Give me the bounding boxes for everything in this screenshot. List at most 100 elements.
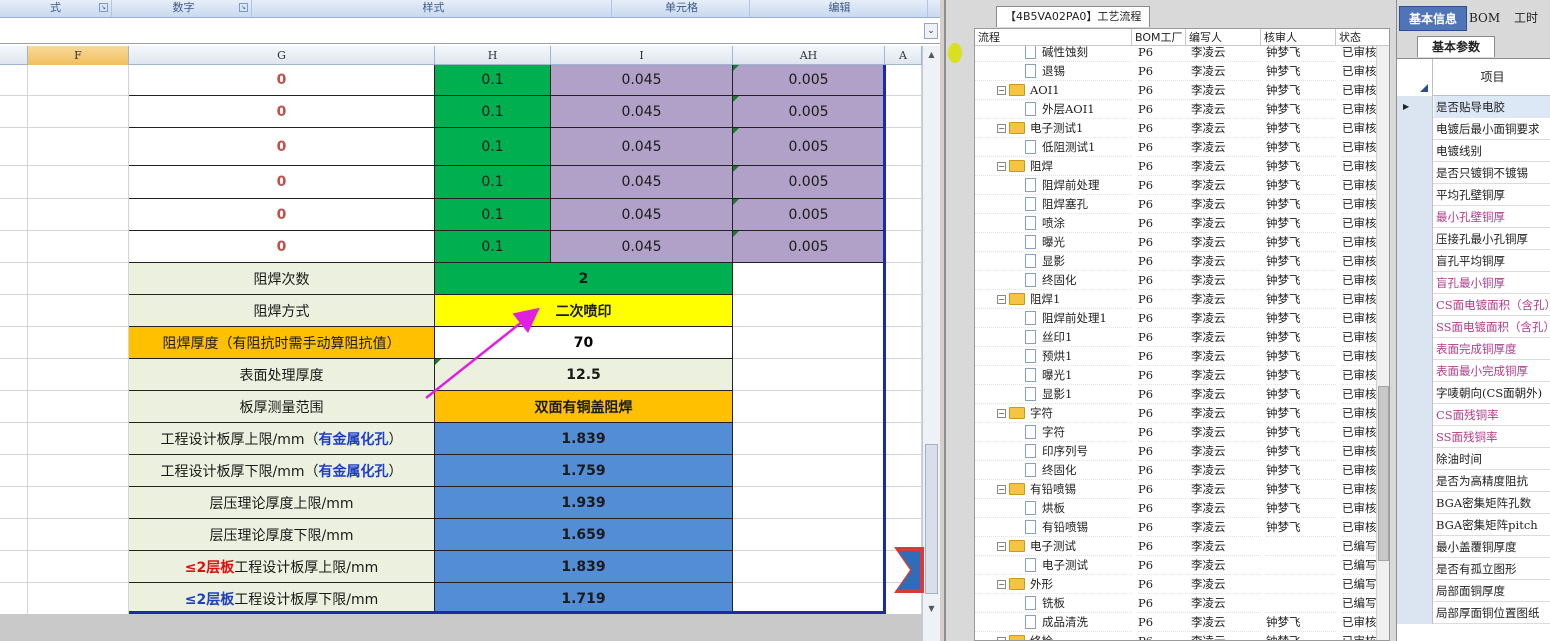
- column-header[interactable]: F: [28, 46, 129, 65]
- cell-blank[interactable]: [28, 519, 129, 551]
- row-header[interactable]: [1397, 272, 1433, 294]
- cell-blank[interactable]: [28, 199, 129, 231]
- sheet-nav-arrow-icon[interactable]: [894, 547, 924, 593]
- column-header[interactable]: [0, 46, 28, 65]
- tree-column-header[interactable]: 核审人: [1261, 29, 1336, 46]
- cell-blank[interactable]: [885, 295, 922, 327]
- tree-item-row[interactable]: 预烘1 P6 李凌云 钟梦飞 已审核: [975, 347, 1376, 366]
- tree-expand-toggle-icon[interactable]: −: [997, 294, 1006, 304]
- tree-folder-row[interactable]: − 电子测试 P6 李凌云 已编写: [975, 537, 1376, 556]
- tree-item-row[interactable]: 退锡 P6 李凌云 钟梦飞 已审核: [975, 62, 1376, 81]
- property-row[interactable]: SS面残铜率: [1397, 426, 1550, 448]
- tree-expand-toggle-icon[interactable]: −: [997, 161, 1006, 171]
- tree-item-row[interactable]: 终固化 P6 李凌云 钟梦飞 已审核: [975, 461, 1376, 480]
- cell-blank[interactable]: [885, 231, 922, 263]
- tree-item-row[interactable]: 印序列号 P6 李凌云 钟梦飞 已审核: [975, 442, 1376, 461]
- cell-value-merged[interactable]: 1.659: [435, 519, 733, 551]
- cell-blank[interactable]: [0, 423, 28, 455]
- row-header[interactable]: [1397, 118, 1433, 140]
- row-header[interactable]: [1397, 184, 1433, 206]
- tree-folder-row[interactable]: − 电子测试1 P6 李凌云 钟梦飞 已审核: [975, 119, 1376, 138]
- cell-value-merged[interactable]: 1.759: [435, 455, 733, 487]
- cell-label[interactable]: 表面处理厚度: [129, 359, 435, 391]
- cell-h[interactable]: 0.1: [435, 128, 551, 166]
- cell-blank[interactable]: [28, 455, 129, 487]
- cell-blank[interactable]: [733, 295, 885, 327]
- row-header[interactable]: [1397, 382, 1433, 404]
- cell-g[interactable]: 0: [129, 231, 435, 263]
- property-row[interactable]: 盲孔平均铜厚: [1397, 250, 1550, 272]
- cell-label[interactable]: 层压理论厚度上限/mm: [129, 487, 435, 519]
- cell-blank[interactable]: [733, 551, 885, 583]
- cell-blank[interactable]: [733, 327, 885, 359]
- row-header[interactable]: [1397, 492, 1433, 514]
- cell-ah[interactable]: 0.005: [733, 128, 885, 166]
- property-row[interactable]: BGA密集矩阵pitch: [1397, 514, 1550, 536]
- tree-expand-toggle-icon[interactable]: −: [997, 636, 1006, 640]
- cell-blank[interactable]: [28, 263, 129, 295]
- cell-blank[interactable]: [0, 199, 28, 231]
- cell-h[interactable]: 0.1: [435, 231, 551, 263]
- property-row[interactable]: CS面电镀面积（含孔）: [1397, 294, 1550, 316]
- tree-folder-row[interactable]: − 有铅喷锡 P6 李凌云 钟梦飞 已审核: [975, 480, 1376, 499]
- cell-blank[interactable]: [0, 519, 28, 551]
- cell-blank[interactable]: [28, 423, 129, 455]
- property-row[interactable]: SS面电镀面积（含孔）: [1397, 316, 1550, 338]
- cell-blank[interactable]: [0, 583, 28, 615]
- current-row-indicator-icon[interactable]: ▶: [1397, 96, 1433, 118]
- formula-bar[interactable]: ⌄: [0, 19, 940, 44]
- row-header[interactable]: [1397, 580, 1433, 602]
- row-header[interactable]: [1397, 426, 1433, 448]
- tree-folder-row[interactable]: − 外形 P6 李凌云 已编写: [975, 575, 1376, 594]
- row-header[interactable]: [1397, 514, 1433, 536]
- tree-item-row[interactable]: 显影 P6 李凌云 钟梦飞 已审核: [975, 252, 1376, 271]
- property-row[interactable]: 是否为高精度阻抗: [1397, 470, 1550, 492]
- tree-expand-toggle-icon[interactable]: −: [997, 85, 1006, 95]
- cell-i[interactable]: 0.045: [551, 96, 733, 128]
- scroll-up-arrow-icon[interactable]: ▲: [925, 48, 938, 62]
- cell-blank[interactable]: [0, 551, 28, 583]
- cell-blank[interactable]: [733, 423, 885, 455]
- property-row[interactable]: 最小盖覆铜厚度: [1397, 536, 1550, 558]
- row-header[interactable]: [1397, 448, 1433, 470]
- cell-value-merged[interactable]: 1.939: [435, 487, 733, 519]
- cell-blank[interactable]: [28, 65, 129, 96]
- cell-blank[interactable]: [885, 199, 922, 231]
- tab-bom[interactable]: BOM: [1469, 6, 1500, 31]
- property-grid[interactable]: 项目 ▶ 是否贴导电胶 电镀后最小面铜要求 电镀线别 是否只镀铜不镀锡 平均孔壁铜厚 最小孔…: [1397, 58, 1550, 641]
- cell-ah[interactable]: 0.005: [733, 166, 885, 199]
- row-header[interactable]: [1397, 338, 1433, 360]
- tree-item-row[interactable]: 铣板 P6 李凌云 已编写: [975, 594, 1376, 613]
- cell-blank[interactable]: [0, 96, 28, 128]
- tree-item-row[interactable]: 喷涂 P6 李凌云 钟梦飞 已审核: [975, 214, 1376, 233]
- property-row[interactable]: ▶ 是否贴导电胶: [1397, 96, 1550, 118]
- cell-i[interactable]: 0.045: [551, 231, 733, 263]
- tree-item-row[interactable]: 阻焊前处理 P6 李凌云 钟梦飞 已审核: [975, 176, 1376, 195]
- cell-blank[interactable]: [733, 359, 885, 391]
- cell-g[interactable]: 0: [129, 128, 435, 166]
- cell-value-merged[interactable]: 70: [435, 327, 733, 359]
- property-row[interactable]: 字唛朝向(CS面朝外): [1397, 382, 1550, 404]
- cell-g[interactable]: 0: [129, 166, 435, 199]
- tree-item-row[interactable]: 外层AOI1 P6 李凌云 钟梦飞 已审核: [975, 100, 1376, 119]
- tree-item-row[interactable]: 阻焊塞孔 P6 李凌云 钟梦飞 已审核: [975, 195, 1376, 214]
- cell-label[interactable]: 工程设计板厚上限/mm（ 有金属化孔）: [129, 423, 435, 455]
- property-row[interactable]: 是否有孤立图形: [1397, 558, 1550, 580]
- cell-blank[interactable]: [0, 391, 28, 423]
- cell-g[interactable]: 0: [129, 96, 435, 128]
- property-row[interactable]: 电镀后最小面铜要求: [1397, 118, 1550, 140]
- tab-work-hours[interactable]: 工时: [1501, 6, 1550, 31]
- cell-label[interactable]: 工程设计板厚下限/mm（ 有金属化孔）: [129, 455, 435, 487]
- cell-ah[interactable]: 0.005: [733, 231, 885, 263]
- tree-item-row[interactable]: 曝光 P6 李凌云 钟梦飞 已审核: [975, 233, 1376, 252]
- cell-blank[interactable]: [885, 359, 922, 391]
- cell-blank[interactable]: [28, 391, 129, 423]
- tree-item-row[interactable]: 曝光1 P6 李凌云 钟梦飞 已审核: [975, 366, 1376, 385]
- tree-column-header[interactable]: 编写人: [1186, 29, 1261, 46]
- cell-blank[interactable]: [28, 96, 129, 128]
- tree-item-row[interactable]: 烘板 P6 李凌云 钟梦飞 已审核: [975, 499, 1376, 518]
- tree-column-header[interactable]: 流程: [975, 29, 1132, 46]
- cell-blank[interactable]: [28, 583, 129, 615]
- column-header[interactable]: A: [885, 46, 922, 65]
- cell-ah[interactable]: 0.005: [733, 199, 885, 231]
